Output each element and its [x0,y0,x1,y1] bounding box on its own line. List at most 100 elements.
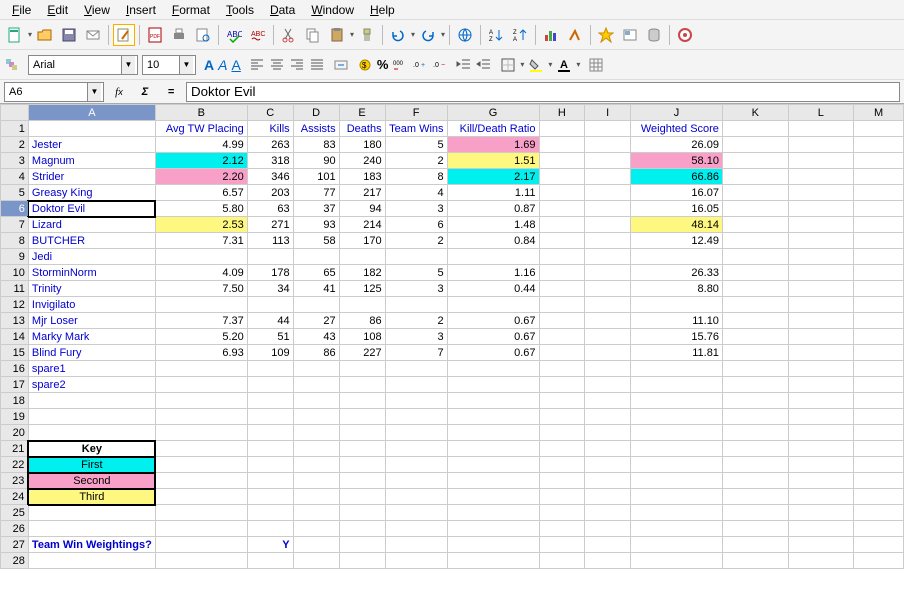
percent-icon[interactable]: % [377,57,389,72]
cell-K2[interactable] [722,137,788,153]
column-header-D[interactable]: D [293,105,339,121]
cell-G17[interactable] [447,377,539,393]
cell-B5[interactable]: 6.57 [155,185,247,201]
cell-E27[interactable] [339,537,385,553]
cell-F24[interactable] [385,489,447,505]
cell-I9[interactable] [585,249,631,265]
row-header-2[interactable]: 2 [1,137,29,153]
cell-I4[interactable] [585,169,631,185]
cell-I19[interactable] [585,409,631,425]
cell-G25[interactable] [447,505,539,521]
cell-M20[interactable] [854,425,904,441]
cell-C12[interactable] [247,297,293,313]
cell-A13[interactable]: Mjr Loser [28,313,155,329]
cell-E7[interactable]: 214 [339,217,385,233]
cell-A3[interactable]: Magnum [28,153,155,169]
cell-A14[interactable]: Marky Mark [28,329,155,345]
cell-G12[interactable] [447,297,539,313]
cell-M26[interactable] [854,521,904,537]
cell-L14[interactable] [788,329,854,345]
cell-C6[interactable]: 63 [247,201,293,217]
cell-I7[interactable] [585,217,631,233]
cell-K8[interactable] [722,233,788,249]
column-header-A[interactable]: A [28,105,155,121]
cell-J16[interactable] [630,361,722,377]
cell-B17[interactable] [155,377,247,393]
cell-B20[interactable] [155,425,247,441]
column-header-L[interactable]: L [788,105,854,121]
cell-E2[interactable]: 180 [339,137,385,153]
cell-J23[interactable] [630,473,722,489]
help-icon[interactable] [674,24,696,46]
cell-A5[interactable]: Greasy King [28,185,155,201]
undo-icon[interactable] [387,24,409,46]
cell-G3[interactable]: 1.51 [447,153,539,169]
gallery-icon[interactable] [619,24,641,46]
cell-A8[interactable]: BUTCHER [28,233,155,249]
menu-edit[interactable]: Edit [39,1,76,19]
increase-indent-icon[interactable] [476,57,492,73]
cell-J14[interactable]: 15.76 [630,329,722,345]
font-name-combo[interactable]: ▼ [28,55,138,75]
cell-I1[interactable] [585,121,631,137]
cell-F2[interactable]: 5 [385,137,447,153]
cell-J3[interactable]: 58.10 [630,153,722,169]
styles-icon[interactable] [4,57,20,73]
cell-K13[interactable] [722,313,788,329]
cell-D28[interactable] [293,553,339,569]
row-header-22[interactable]: 22 [1,457,29,473]
edit-doc-icon[interactable] [113,24,135,46]
cell-reference-input[interactable] [5,83,87,101]
cell-J24[interactable] [630,489,722,505]
cell-A23[interactable]: Second [28,473,155,489]
align-justify-icon[interactable] [309,57,325,73]
cell-K19[interactable] [722,409,788,425]
cell-L10[interactable] [788,265,854,281]
column-header-C[interactable]: C [247,105,293,121]
cell-C15[interactable]: 109 [247,345,293,361]
spellcheck-icon[interactable]: ABC [223,24,245,46]
row-header-20[interactable]: 20 [1,425,29,441]
cell-G26[interactable] [447,521,539,537]
cell-E12[interactable] [339,297,385,313]
font-size-combo[interactable]: ▼ [142,55,196,75]
cell-C13[interactable]: 44 [247,313,293,329]
cell-K5[interactable] [722,185,788,201]
row-header-15[interactable]: 15 [1,345,29,361]
cell-L15[interactable] [788,345,854,361]
cell-J8[interactable]: 12.49 [630,233,722,249]
cell-F8[interactable]: 2 [385,233,447,249]
cell-I17[interactable] [585,377,631,393]
cell-B12[interactable] [155,297,247,313]
cell-B7[interactable]: 2.53 [155,217,247,233]
row-header-25[interactable]: 25 [1,505,29,521]
number-format-icon[interactable]: 000 [392,57,408,73]
open-icon[interactable] [34,24,56,46]
cell-E10[interactable]: 182 [339,265,385,281]
cell-D20[interactable] [293,425,339,441]
cell-H11[interactable] [539,281,585,297]
cell-C18[interactable] [247,393,293,409]
cell-J28[interactable] [630,553,722,569]
cell-I16[interactable] [585,361,631,377]
cell-E6[interactable]: 94 [339,201,385,217]
cell-H6[interactable] [539,201,585,217]
align-left-icon[interactable] [249,57,265,73]
cell-E11[interactable]: 125 [339,281,385,297]
cell-B24[interactable] [155,489,247,505]
row-header-21[interactable]: 21 [1,441,29,457]
cell-B25[interactable] [155,505,247,521]
column-header-K[interactable]: K [722,105,788,121]
cell-H14[interactable] [539,329,585,345]
cell-D10[interactable]: 65 [293,265,339,281]
format-paintbrush-icon[interactable] [356,24,378,46]
cell-J2[interactable]: 26.09 [630,137,722,153]
cell-L20[interactable] [788,425,854,441]
cell-H19[interactable] [539,409,585,425]
cell-B16[interactable] [155,361,247,377]
cell-D9[interactable] [293,249,339,265]
cell-M10[interactable] [854,265,904,281]
cell-F3[interactable]: 2 [385,153,447,169]
cell-E16[interactable] [339,361,385,377]
cell-E21[interactable] [339,441,385,457]
